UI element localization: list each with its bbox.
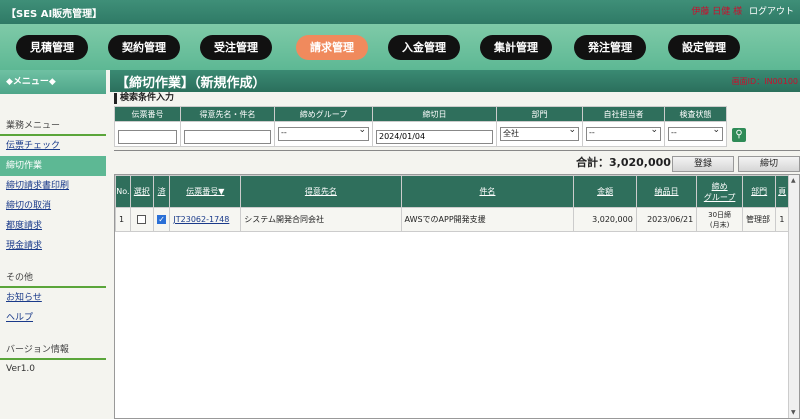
search-icon[interactable]: ⚲ <box>732 128 746 142</box>
col-subject[interactable]: 件名 <box>400 175 575 208</box>
row-customer: システム開発合同会社 <box>240 207 402 232</box>
search-cell: -- <box>582 121 665 147</box>
search-header-close-date: 締切日 <box>372 106 497 122</box>
sidebar-item-per-invoice[interactable]: 都度請求 <box>0 216 106 236</box>
col-group[interactable]: 締め グループ <box>696 175 743 208</box>
row-delivery: 2023/06/21 <box>635 207 698 232</box>
col-slip-no[interactable]: 伝票番号▼ <box>169 175 242 208</box>
row-select-cell <box>129 207 154 232</box>
main-nav: 見積管理 契約管理 受注管理 請求管理 入金管理 集計管理 発注管理 設定管理 <box>0 24 800 70</box>
total-label: 合計： <box>576 156 609 169</box>
search-cell: -- <box>274 121 373 147</box>
row-done-cell: ✓ <box>152 207 171 232</box>
sidebar-item-news[interactable]: お知らせ <box>0 288 106 308</box>
search-cell: 全社 <box>496 121 583 147</box>
dept-select[interactable]: 全社 <box>500 125 579 141</box>
search-cell <box>372 121 497 147</box>
result-table-container: No. 選択 済 伝票番号▼ 得意先名 件名 金額 納品日 締め グループ 部門… <box>114 174 800 419</box>
row-select-checkbox[interactable] <box>137 215 147 224</box>
search-header-staff: 自社担当者 <box>582 106 665 122</box>
row-amount: 3,020,000 <box>573 207 637 232</box>
col-amount[interactable]: 金額 <box>573 175 637 208</box>
row-no: 1 <box>115 207 131 232</box>
version-text: Ver1.0 <box>6 364 36 374</box>
divider <box>114 150 800 151</box>
search-header-dept: 部門 <box>496 106 583 122</box>
col-no: No. <box>115 175 131 208</box>
nav-purchase[interactable]: 発注管理 <box>574 35 646 60</box>
customer-input[interactable] <box>184 129 271 144</box>
total-amount: 合計：3,020,000 <box>576 154 671 170</box>
col-dept[interactable]: 部門 <box>741 175 777 208</box>
search-header-customer: 得意先名・件名 <box>180 106 275 122</box>
nav-payment[interactable]: 入金管理 <box>388 35 460 60</box>
nav-estimate[interactable]: 見積管理 <box>16 35 88 60</box>
row-done-checkbox[interactable]: ✓ <box>157 215 167 224</box>
page-title-bar: 【締切作業】（新規作成） 画面ID：IN00100 <box>110 70 800 92</box>
row-subject: AWSでのAPP開発支援 <box>400 207 575 232</box>
col-customer[interactable]: 得意先名 <box>240 175 402 208</box>
result-table: No. 選択 済 伝票番号▼ 得意先名 件名 金額 納品日 締め グループ 部門… <box>115 175 789 232</box>
row-group: 30日締 (月末) <box>696 207 743 232</box>
close-button[interactable]: 締切 <box>738 156 800 172</box>
search-cell: -- <box>664 121 727 147</box>
register-button[interactable]: 登録 <box>672 156 734 172</box>
sidebar-item-help[interactable]: ヘルプ <box>0 308 106 328</box>
search-form: 伝票番号 得意先名・件名 締めグループ 締切日 部門 自社担当者 検査状態 --… <box>114 106 727 147</box>
table-header-row: No. 選択 済 伝票番号▼ 得意先名 件名 金額 納品日 締め グループ 部門… <box>115 175 789 208</box>
search-header-group: 締めグループ <box>274 106 373 122</box>
logout-link[interactable]: ログアウト <box>749 7 794 17</box>
sidebar-section-business: 業務メニュー <box>6 121 61 131</box>
inspect-select[interactable]: -- <box>668 125 723 141</box>
app-title: 【SES AI販売管理】 <box>6 9 103 20</box>
nav-aggregate[interactable]: 集計管理 <box>480 35 552 60</box>
nav-billing[interactable]: 請求管理 <box>296 35 368 60</box>
search-cell <box>180 121 275 147</box>
sidebar-item-closing-cancel[interactable]: 締切の取消 <box>0 196 106 216</box>
main-content: 【締切作業】（新規作成） 画面ID：IN00100 検索条件入力 伝票番号 得意… <box>110 70 800 419</box>
sidebar-item-slip-check[interactable]: 伝票チェック <box>0 136 106 156</box>
search-header-slip-no: 伝票番号 <box>114 106 181 122</box>
row-dept: 管理部 <box>741 207 777 232</box>
top-bar: 【SES AI販売管理】 伊藤 日健 様 ログアウト <box>0 0 800 24</box>
total-value: 3,020,000 <box>609 156 671 169</box>
sidebar-section-version: バージョン情報 <box>6 345 69 355</box>
nav-settings[interactable]: 設定管理 <box>668 35 740 60</box>
screen-id: 画面ID：IN00100 <box>731 77 798 86</box>
row-group-line2: (月末) <box>709 220 730 229</box>
staff-select[interactable]: -- <box>586 125 661 141</box>
search-header-inspect: 検査状態 <box>664 106 727 122</box>
sidebar-head: ◆メニュー◆ <box>0 70 106 94</box>
row-page: 1 <box>775 207 789 232</box>
row-slip-no-link[interactable]: JT23062-1748 <box>173 215 229 224</box>
col-page[interactable]: 頁 <box>775 175 789 208</box>
search-cell <box>114 121 181 147</box>
user-name: 伊藤 日健 様 <box>691 7 743 17</box>
row-slip-no-cell: JT23062-1748 <box>169 207 242 232</box>
slip-no-input[interactable] <box>118 129 177 144</box>
sidebar-section-other: その他 <box>6 273 34 283</box>
user-area: 伊藤 日健 様 ログアウト <box>691 4 794 17</box>
nav-contract[interactable]: 契約管理 <box>108 35 180 60</box>
sidebar-item-cash-invoice[interactable]: 現金請求 <box>0 236 106 256</box>
scroll-up-icon[interactable]: ▲ <box>791 177 796 184</box>
page-title: 【締切作業】（新規作成） <box>116 76 266 91</box>
sidebar-item-closing-invoice-print[interactable]: 締切請求書印刷 <box>0 176 106 196</box>
col-done[interactable]: 済 <box>152 175 171 208</box>
scroll-down-icon[interactable]: ▼ <box>791 409 796 416</box>
col-delivery[interactable]: 納品日 <box>635 175 698 208</box>
row-group-line1: 30日締 <box>708 210 732 219</box>
close-date-input[interactable] <box>376 129 493 144</box>
section-label: 検索条件入力 <box>114 93 174 104</box>
nav-order[interactable]: 受注管理 <box>200 35 272 60</box>
vertical-scrollbar[interactable]: ▲ ▼ <box>788 175 799 418</box>
table-row: 1 ✓ JT23062-1748 システム開発合同会社 AWSでのAPP開発支援… <box>115 207 789 232</box>
group-select[interactable]: -- <box>278 125 369 141</box>
sidebar-item-closing[interactable]: 締切作業 <box>0 156 106 176</box>
col-select[interactable]: 選択 <box>129 175 154 208</box>
sidebar: ◆メニュー◆ 業務メニュー 伝票チェック 締切作業 締切請求書印刷 締切の取消 … <box>0 70 106 419</box>
